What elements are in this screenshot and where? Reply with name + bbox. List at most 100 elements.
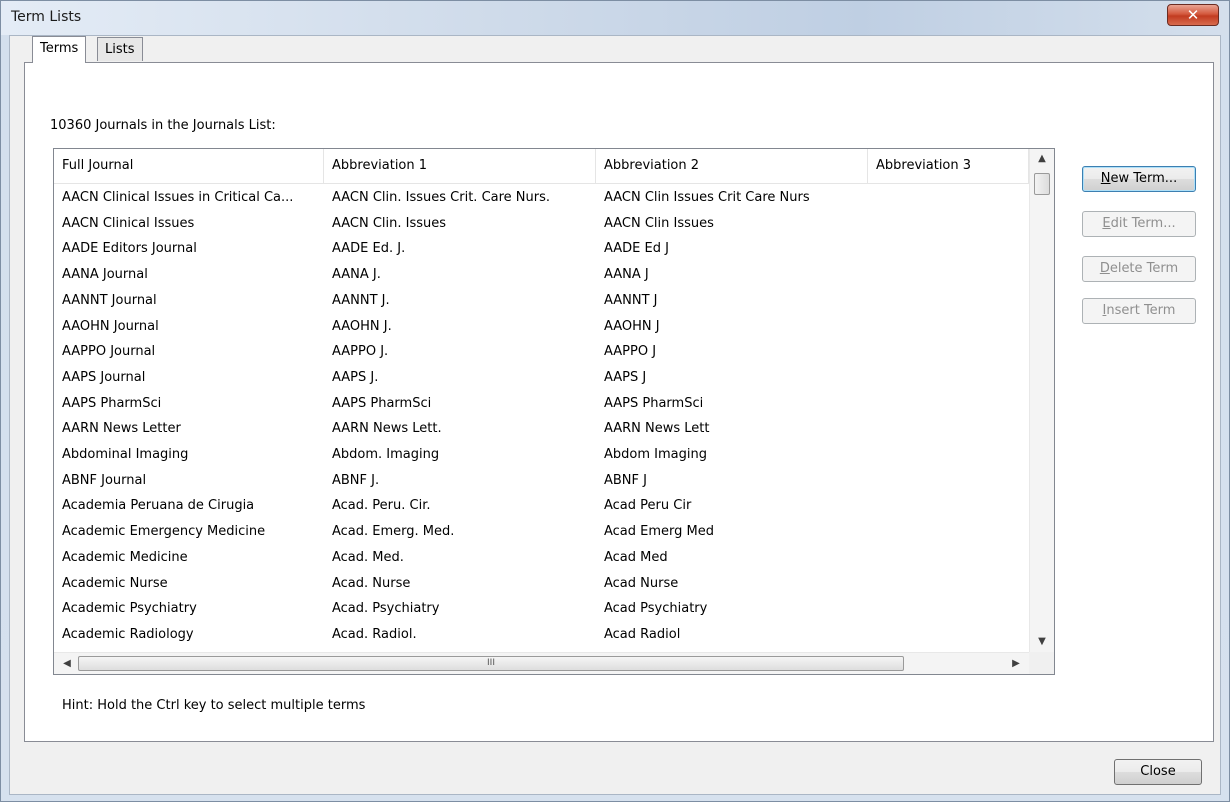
- title-bar[interactable]: Term Lists ✕: [1, 1, 1229, 35]
- delete-term-label: elete Term: [1109, 261, 1179, 276]
- cell-abbreviation-1: AACN Clin. Issues: [332, 215, 447, 231]
- table-row[interactable]: AARN News Letter AARN News Lett. AARN News…: [54, 416, 1029, 442]
- cell-abbreviation-2: Acad Med: [604, 549, 668, 565]
- cell-full-journal: AANA Journal: [62, 267, 148, 283]
- cell-full-journal: Abdominal Imaging: [62, 447, 189, 462]
- tab-terms[interactable]: Terms: [32, 36, 87, 63]
- column-header-row: Full Journal Abbreviation 1 Abbreviation…: [54, 149, 1029, 184]
- table-row[interactable]: AAOHN Journal AAOHN J. AAOHN J: [54, 314, 1029, 340]
- scrollbar-corner: [1029, 652, 1054, 674]
- horizontal-scroll-thumb[interactable]: III: [78, 656, 904, 671]
- table-row[interactable]: AANA Journal AANA J. AANA J: [54, 262, 1029, 288]
- cell-abbreviation-2: ABNF J: [604, 472, 647, 488]
- table-row[interactable]: Academic Psychiatry Acad. Psychiatry Acad …: [54, 596, 1029, 622]
- window-close-icon[interactable]: ✕: [1167, 4, 1219, 26]
- scroll-down-icon[interactable]: ▼: [1030, 632, 1054, 652]
- cell-abbreviation-1: AADE Ed. J.: [332, 241, 406, 257]
- cell-full-journal: AARN News Letter: [62, 421, 181, 437]
- cell-abbreviation-2: AACN Clin Issues: [604, 215, 714, 231]
- cell-abbreviation-1: Acad. Psychiatry: [332, 601, 440, 617]
- cell-abbreviation-1: Acad. Emerg. Med.: [332, 524, 455, 540]
- table-row[interactable]: AAPPO Journal AAPPO J. AAPPO J: [54, 339, 1029, 365]
- cell-abbreviation-2: AACN Clin Issues Crit Care Nurs: [604, 190, 810, 205]
- cell-abbreviation-1: AANNT J.: [332, 292, 390, 308]
- close-button[interactable]: Close: [1114, 759, 1202, 785]
- scroll-up-icon[interactable]: ▲: [1030, 149, 1054, 169]
- vertical-scrollbar[interactable]: ▲ ▼: [1029, 149, 1054, 652]
- delete-term-button[interactable]: Delete Term: [1082, 256, 1196, 282]
- table-row[interactable]: AACN Clinical Issues AACN Clin. Issues AAC…: [54, 211, 1029, 237]
- cell-full-journal: AANNT Journal: [62, 292, 157, 308]
- table-row[interactable]: ABNF Journal ABNF J. ABNF J: [54, 468, 1029, 494]
- cell-full-journal: Academic Radiology: [62, 626, 194, 642]
- cell-full-journal: Academic Nurse: [62, 575, 168, 591]
- tab-terms-label: Terms: [40, 41, 79, 56]
- edit-term-hotkey: E: [1102, 216, 1111, 231]
- cell-full-journal: Academic Medicine: [62, 549, 188, 565]
- cell-full-journal: AAPS Journal: [62, 369, 146, 385]
- cell-full-journal: Academic Psychiatry: [62, 601, 197, 617]
- table-row[interactable]: AAPS PharmSci AAPS PharmSci AAPS PharmSci: [54, 391, 1029, 417]
- new-term-hotkey: N: [1100, 171, 1111, 186]
- cell-abbreviation-2: AAPPO J: [604, 344, 657, 360]
- cell-abbreviation-2: Acad Peru Cir: [604, 498, 692, 514]
- scroll-right-icon[interactable]: ▶: [1007, 653, 1025, 675]
- cell-abbreviation-2: Acad Emerg Med: [604, 524, 715, 540]
- table-row[interactable]: Academia Peruana de Cirugia Acad. Peru. C…: [54, 493, 1029, 519]
- column-header-abbreviation-3[interactable]: Abbreviation 3: [868, 149, 1029, 183]
- edit-term-label: dit Term...: [1110, 216, 1176, 231]
- table-row[interactable]: AANNT Journal AANNT J. AANNT J: [54, 288, 1029, 314]
- cell-abbreviation-1: Acad. Radiol.: [332, 626, 417, 642]
- horizontal-scrollbar[interactable]: ◀ III ▶: [54, 652, 1029, 674]
- column-header-abbreviation-1[interactable]: Abbreviation 1: [324, 149, 596, 183]
- cell-full-journal: Academia Peruana de Cirugia: [62, 498, 255, 514]
- cell-full-journal: AAPPO Journal: [62, 344, 156, 360]
- scroll-grip-icon: III: [487, 658, 495, 668]
- cell-abbreviation-2: Abdom Imaging: [604, 447, 707, 462]
- table-row[interactable]: AADE Editors Journal AADE Ed. J. AADE Ed J: [54, 236, 1029, 262]
- cell-full-journal: AAPS PharmSci: [62, 395, 162, 411]
- table-row[interactable]: AACN Clinical Issues in Critical Ca... AA…: [54, 185, 1029, 211]
- cell-abbreviation-2: AAPS J: [604, 369, 647, 385]
- cell-abbreviation-1: AAPS PharmSci: [332, 395, 432, 411]
- tab-lists[interactable]: Lists: [97, 37, 143, 61]
- terms-list[interactable]: Full Journal Abbreviation 1 Abbreviation…: [53, 148, 1055, 675]
- cell-full-journal: ABNF Journal: [62, 472, 147, 488]
- insert-term-button[interactable]: Insert Term: [1082, 298, 1196, 324]
- column-header-full-journal[interactable]: Full Journal: [54, 149, 324, 183]
- table-row[interactable]: Abdominal Imaging Abdom. Imaging Abdom Ima…: [54, 442, 1029, 468]
- edit-term-button[interactable]: Edit Term...: [1082, 211, 1196, 237]
- cell-full-journal: AAOHN Journal: [62, 318, 159, 334]
- vertical-scroll-thumb[interactable]: [1034, 173, 1050, 195]
- table-row[interactable]: AAPS Journal AAPS J. AAPS J: [54, 365, 1029, 391]
- cell-abbreviation-2: Acad Psychiatry: [604, 601, 708, 617]
- tab-lists-label: Lists: [105, 42, 135, 57]
- cell-full-journal: AADE Editors Journal: [62, 241, 197, 257]
- cell-abbreviation-2: AADE Ed J: [604, 241, 669, 257]
- cell-abbreviation-1: Abdom. Imaging: [332, 447, 440, 462]
- cell-abbreviation-1: Acad. Peru. Cir.: [332, 498, 431, 514]
- cell-abbreviation-1: Acad. Nurse: [332, 575, 411, 591]
- selection-hint: Hint: Hold the Ctrl key to select multip…: [62, 698, 366, 713]
- new-term-button[interactable]: New Term...: [1082, 166, 1196, 192]
- column-header-abbreviation-2[interactable]: Abbreviation 2: [596, 149, 868, 183]
- cell-abbreviation-1: AANA J.: [332, 267, 381, 283]
- cell-abbreviation-1: AAPPO J.: [332, 344, 389, 360]
- cell-full-journal: Academic Emergency Medicine: [62, 524, 266, 540]
- window-title: Term Lists: [11, 9, 82, 25]
- table-row[interactable]: Academic Medicine Acad. Med. Acad Med: [54, 545, 1029, 571]
- cell-abbreviation-2: Acad Nurse: [604, 575, 679, 591]
- cell-abbreviation-2: AARN News Lett: [604, 421, 710, 437]
- table-row[interactable]: Academic Radiology Acad. Radiol. Acad Radi…: [54, 622, 1029, 648]
- cell-abbreviation-2: AAPS PharmSci: [604, 395, 704, 411]
- scroll-left-icon[interactable]: ◀: [58, 653, 76, 675]
- delete-term-hotkey: D: [1099, 261, 1110, 276]
- cell-abbreviation-1: AARN News Lett.: [332, 421, 442, 437]
- cell-abbreviation-1: AACN Clin. Issues Crit. Care Nurs.: [332, 190, 551, 205]
- table-row[interactable]: Academic Emergency Medicine Acad. Emerg. …: [54, 519, 1029, 545]
- cell-abbreviation-2: AANA J: [604, 267, 649, 283]
- insert-term-label: nsert Term: [1106, 303, 1176, 318]
- cell-abbreviation-2: Acad Radiol: [604, 626, 681, 642]
- table-row[interactable]: Academic Nurse Acad. Nurse Acad Nurse: [54, 571, 1029, 597]
- cell-abbreviation-1: AAPS J.: [332, 369, 379, 385]
